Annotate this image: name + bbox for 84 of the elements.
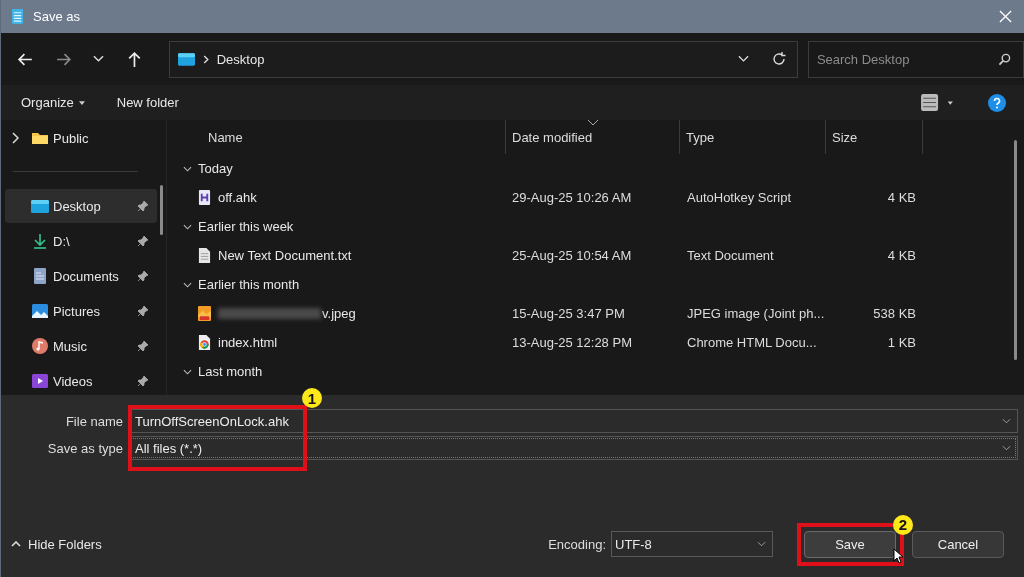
breadcrumb[interactable]: Desktop — [216, 51, 265, 67]
sidebar-item[interactable]: Public — [5, 121, 157, 155]
close-icon[interactable] — [999, 10, 1012, 23]
file-name-label: File name — [64, 413, 124, 429]
sidebar-item[interactable]: D:\ — [5, 224, 157, 258]
group-label: Earlier this month — [198, 277, 300, 292]
organize-button[interactable]: Organize — [21, 95, 85, 110]
pin-icon[interactable] — [137, 235, 149, 247]
group-header[interactable]: Last month — [173, 357, 1024, 386]
view-options-icon[interactable] — [920, 94, 954, 111]
size-cell-text: 4 KB — [886, 248, 916, 263]
pin-icon[interactable] — [137, 305, 149, 317]
chevron-right-icon[interactable] — [202, 54, 209, 64]
sidebar-item[interactable]: Music — [5, 329, 157, 363]
save-type-dropdown[interactable]: All files (*.*) — [129, 436, 1018, 460]
encoding-label: Encoding: — [548, 536, 606, 552]
date-cell-text: 13-Aug-25 12:28 PM — [511, 335, 633, 350]
column-header[interactable]: Name — [173, 120, 506, 154]
column-header[interactable]: Date modified — [506, 120, 680, 154]
chevron-up-icon — [11, 541, 21, 547]
pin-icon[interactable] — [137, 340, 149, 352]
desktop-icon — [31, 197, 49, 215]
file-name[interactable]: New Text Document.txt — [218, 248, 352, 263]
size-cell-text: 4 KB — [886, 190, 916, 205]
file-name[interactable]: off.ahk — [218, 190, 257, 205]
group-header[interactable]: Earlier this week — [173, 212, 1024, 241]
date-cell-text: 25-Aug-25 10:54 AM — [511, 248, 633, 263]
type-cell-text: Chrome HTML Docu... — [686, 335, 818, 350]
step-badge: 1 — [302, 388, 322, 408]
column-header[interactable]: Size — [826, 120, 923, 154]
group-label: Earlier this week — [198, 219, 294, 234]
refresh-icon[interactable] — [770, 51, 787, 67]
sort-caret-icon — [588, 120, 598, 125]
pin-icon[interactable] — [137, 270, 149, 282]
sidebar-item[interactable]: Videos — [5, 364, 157, 398]
text-file-icon — [198, 248, 211, 263]
save-type-label: Save as type — [46, 440, 124, 456]
group-label: Last month — [198, 364, 263, 379]
encoding-dropdown[interactable]: UTF-8 — [611, 531, 773, 557]
collapse-chevron-icon[interactable] — [183, 281, 192, 288]
cancel-button[interactable]: Cancel — [912, 530, 1004, 558]
music-icon — [31, 337, 49, 355]
hide-folders-button[interactable]: Hide Folders — [11, 536, 102, 552]
file-name[interactable]: v.jpeg — [322, 306, 356, 321]
pin-icon[interactable] — [137, 200, 149, 212]
picture-icon — [31, 302, 49, 320]
sidebar-item[interactable]: Desktop — [5, 189, 157, 223]
type-cell-text: Text Document — [686, 248, 775, 263]
expand-chevron-icon[interactable] — [11, 132, 19, 144]
size-cell-text: 538 KB — [872, 306, 916, 321]
search-icon[interactable] — [998, 52, 1011, 66]
video-icon — [31, 372, 49, 390]
web-file-icon — [198, 335, 211, 350]
search-field[interactable]: Search Desktop — [816, 51, 910, 67]
mouse-cursor-icon — [893, 547, 903, 564]
script-file-icon — [198, 190, 211, 205]
new-folder-button[interactable]: New folder — [116, 95, 179, 110]
date-cell-text: 15-Aug-25 3:47 PM — [511, 306, 626, 321]
group-header[interactable]: Today — [173, 154, 1024, 183]
date-cell-text: 29-Aug-25 10:26 AM — [511, 190, 633, 205]
help-icon[interactable] — [988, 93, 1006, 112]
image-file-icon — [198, 306, 211, 321]
group-label: Today — [198, 161, 233, 176]
collapse-chevron-icon[interactable] — [183, 165, 192, 172]
step-badge: 2 — [893, 514, 913, 535]
pin-icon[interactable] — [137, 375, 149, 387]
group-header[interactable]: Earlier this month — [173, 270, 1024, 299]
save-button[interactable]: Save — [804, 530, 896, 558]
collapse-chevron-icon[interactable] — [183, 368, 192, 375]
notepad-icon — [11, 8, 24, 25]
column-header[interactable]: Type — [680, 120, 826, 154]
type-cell-text: AutoHotkey Script — [686, 190, 793, 205]
desktop-icon — [177, 52, 195, 66]
caret-icon — [78, 100, 85, 105]
document-icon — [31, 267, 49, 285]
collapse-chevron-icon[interactable] — [183, 223, 192, 230]
type-cell-text: JPEG image (Joint ph... — [686, 306, 826, 321]
file-name[interactable]: index.html — [218, 335, 278, 350]
size-cell-text: 1 KB — [886, 335, 916, 350]
sidebar-item[interactable]: Documents — [5, 259, 157, 293]
sidebar-item[interactable]: Pictures — [5, 294, 157, 328]
download-icon — [31, 232, 49, 250]
window-title: Save as — [33, 9, 80, 24]
file-name-field[interactable]: TurnOffScreenOnLock.ahk — [129, 409, 1018, 433]
